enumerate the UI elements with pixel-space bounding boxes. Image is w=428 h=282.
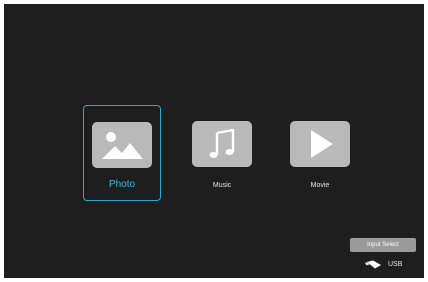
- tile-music[interactable]: Music: [183, 105, 261, 201]
- input-select-button[interactable]: Input Select: [350, 238, 416, 252]
- photo-icon: [92, 122, 152, 168]
- media-player-screen: Photo Music Movie: [4, 4, 424, 278]
- tile-music-label: Music: [212, 182, 232, 189]
- tile-photo[interactable]: Photo: [83, 105, 161, 201]
- tile-movie[interactable]: Movie: [281, 105, 359, 201]
- play-icon: [290, 121, 350, 167]
- usb-drive-icon: [365, 260, 381, 269]
- tile-photo-label: Photo: [108, 179, 136, 190]
- tile-movie-label: Movie: [310, 182, 330, 189]
- usb-label: USB: [388, 261, 403, 268]
- music-note-icon: [192, 121, 252, 167]
